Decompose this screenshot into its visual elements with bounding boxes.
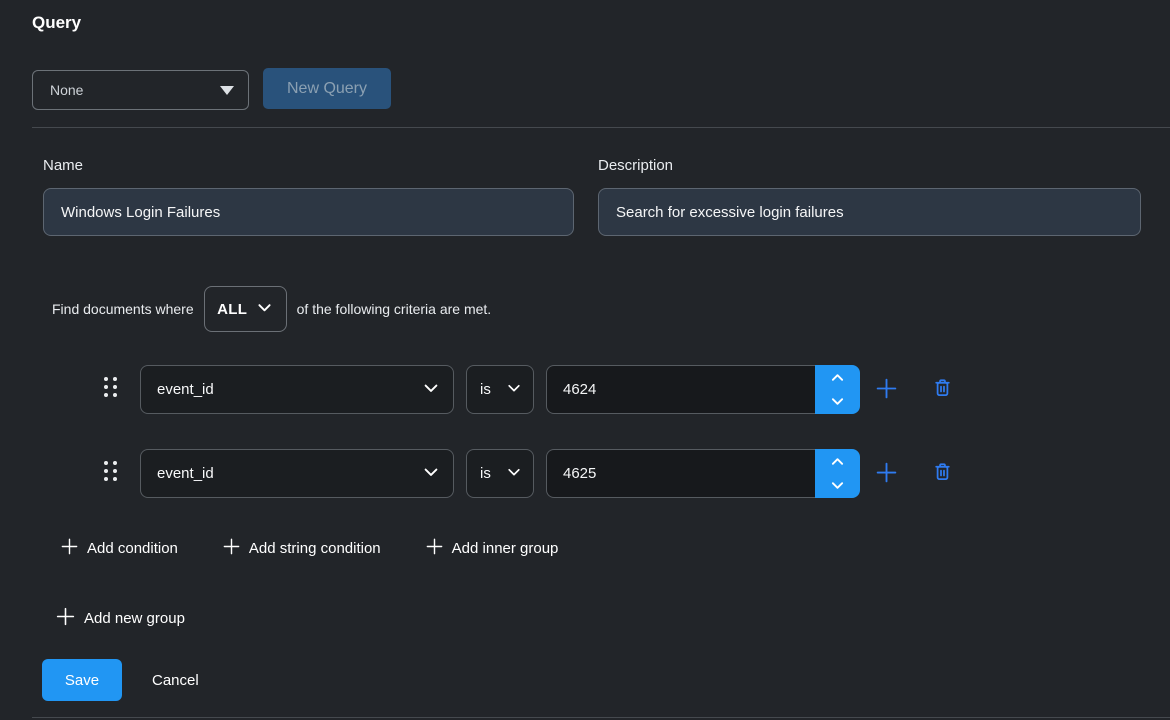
saved-query-select[interactable]: None	[32, 70, 249, 110]
value-input[interactable]	[546, 449, 815, 498]
chevron-down-icon	[422, 379, 440, 401]
operator-select[interactable]: is	[466, 365, 534, 414]
query-panel: Query None New Query Name Description Fi…	[0, 0, 1170, 720]
plus-icon	[874, 376, 899, 404]
add-new-group-label: Add new group	[84, 610, 185, 627]
add-inner-group-label: Add inner group	[452, 540, 559, 557]
plus-icon	[60, 537, 79, 560]
chevron-down-icon	[506, 380, 522, 400]
plus-icon	[55, 606, 76, 631]
value-input[interactable]	[546, 365, 815, 414]
stepper-up-button[interactable]	[815, 365, 860, 390]
description-label: Description	[598, 157, 673, 174]
new-query-button[interactable]: New Query	[263, 68, 391, 109]
value-field-group	[546, 365, 860, 414]
field-select-value: event_id	[157, 381, 214, 398]
match-type-select[interactable]: ALL	[204, 286, 287, 332]
chevron-down-icon	[256, 299, 273, 319]
trash-icon	[932, 461, 953, 486]
saved-query-select-value: None	[50, 82, 83, 98]
match-row: Find documents where ALL of the followin…	[52, 285, 491, 333]
number-stepper	[815, 365, 860, 414]
condition-row: event_id is	[0, 449, 1170, 498]
drag-handle-icon[interactable]	[104, 377, 117, 401]
caret-down-icon	[220, 86, 234, 95]
trash-icon	[932, 377, 953, 402]
cancel-button[interactable]: Cancel	[152, 659, 199, 701]
match-type-value: ALL	[217, 301, 247, 318]
match-prefix-text: Find documents where	[52, 301, 194, 317]
operator-select[interactable]: is	[466, 449, 534, 498]
stepper-down-button[interactable]	[815, 390, 860, 415]
condition-row: event_id is	[0, 365, 1170, 414]
drag-handle-icon[interactable]	[104, 461, 117, 485]
stepper-up-button[interactable]	[815, 449, 860, 474]
chevron-down-icon	[506, 464, 522, 484]
page-title: Query	[32, 13, 81, 33]
number-stepper	[815, 449, 860, 498]
value-field-group	[546, 449, 860, 498]
plus-icon	[874, 460, 899, 488]
delete-row-button[interactable]	[928, 365, 956, 414]
delete-row-button[interactable]	[928, 449, 956, 498]
add-new-group-button[interactable]: Add new group	[55, 606, 185, 631]
add-inner-group-button[interactable]: Add inner group	[425, 537, 559, 560]
operator-select-value: is	[480, 465, 491, 482]
plus-icon	[222, 537, 241, 560]
match-suffix-text: of the following criteria are met.	[297, 301, 492, 317]
save-button[interactable]: Save	[42, 659, 122, 701]
field-select[interactable]: event_id	[140, 365, 454, 414]
add-string-condition-button[interactable]: Add string condition	[222, 537, 381, 560]
operator-select-value: is	[480, 381, 491, 398]
top-divider	[32, 127, 1170, 128]
bottom-divider	[32, 717, 1170, 718]
add-links-row: Add condition Add string condition Add i…	[60, 535, 558, 561]
name-label: Name	[43, 157, 83, 174]
field-select[interactable]: event_id	[140, 449, 454, 498]
plus-icon	[425, 537, 444, 560]
field-select-value: event_id	[157, 465, 214, 482]
description-input[interactable]	[598, 188, 1141, 236]
add-row-button[interactable]	[872, 449, 900, 498]
stepper-down-button[interactable]	[815, 474, 860, 499]
add-condition-button[interactable]: Add condition	[60, 537, 178, 560]
chevron-down-icon	[422, 463, 440, 485]
add-string-condition-label: Add string condition	[249, 540, 381, 557]
name-input[interactable]	[43, 188, 574, 236]
add-condition-label: Add condition	[87, 540, 178, 557]
add-row-button[interactable]	[872, 365, 900, 414]
